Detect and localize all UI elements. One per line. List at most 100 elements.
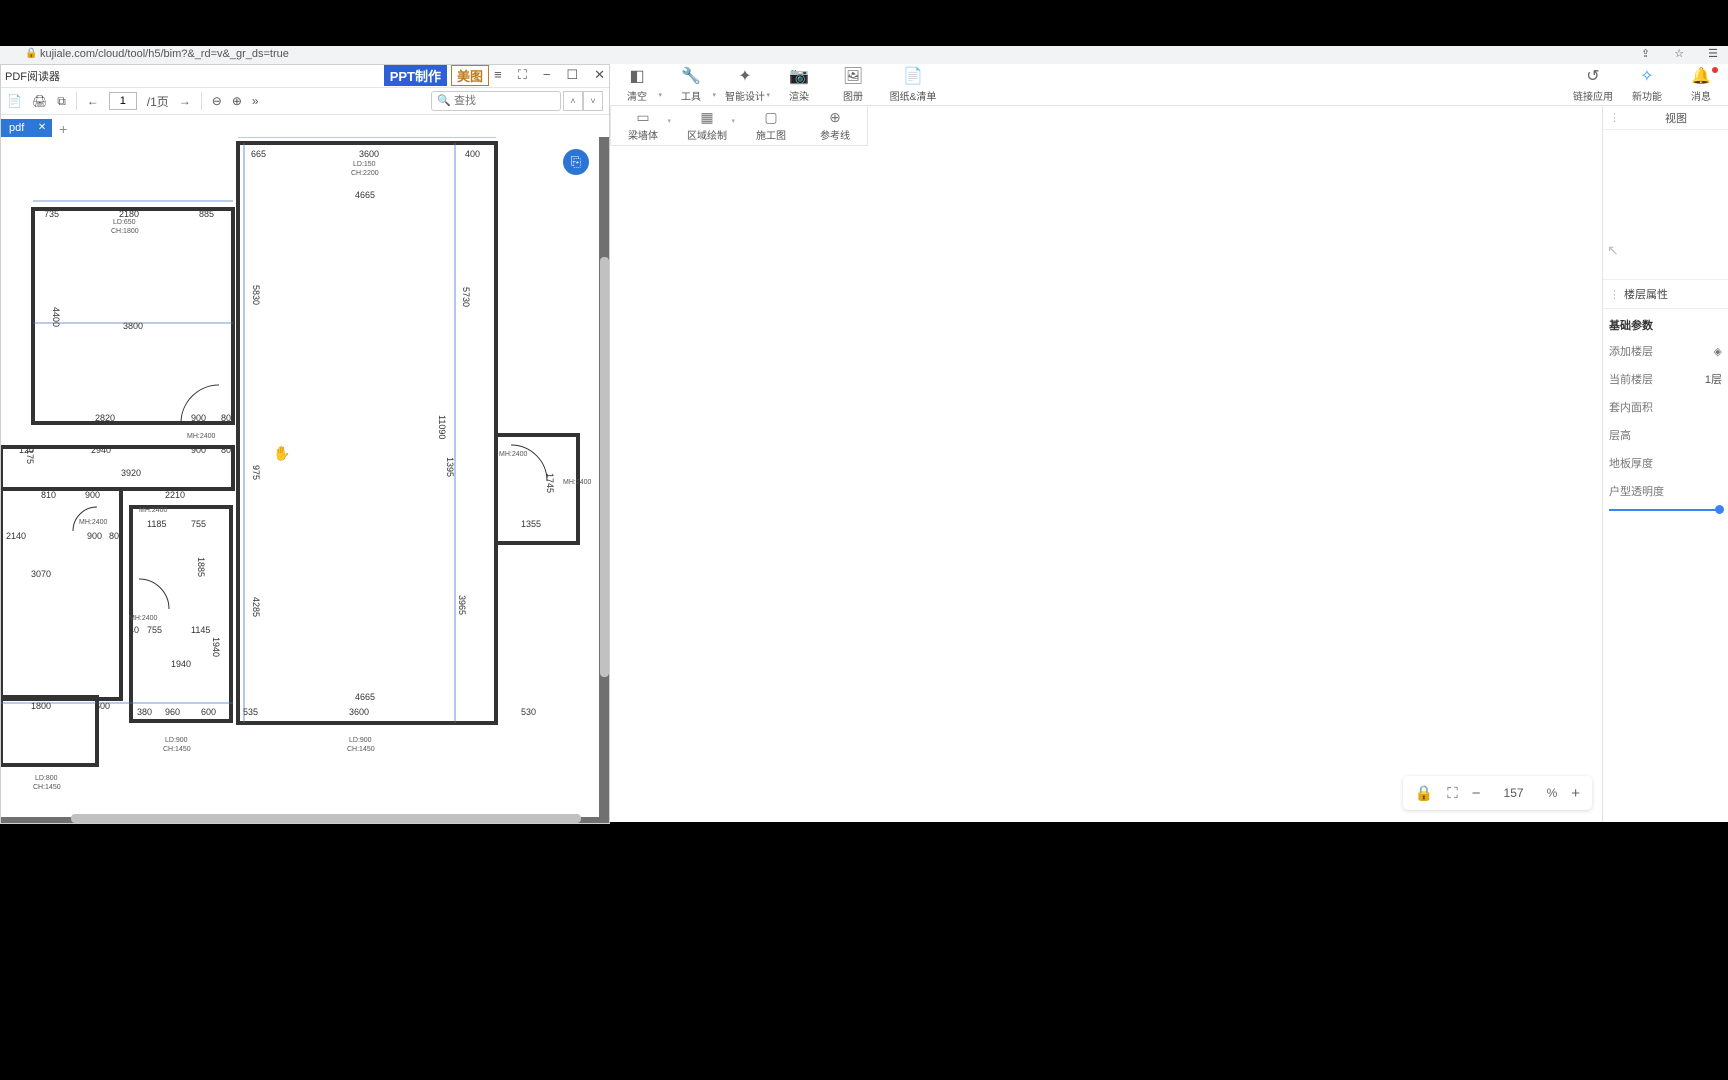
dim-label: 3965 — [457, 595, 467, 615]
dim-label: LD:150 — [353, 161, 376, 168]
mini-view[interactable]: ↖ — [1603, 130, 1728, 280]
drag-handle-icon[interactable]: ⋮ — [1609, 288, 1620, 301]
dim-label: 1355 — [521, 519, 541, 529]
tool-tools[interactable]: 🔧 工具 ▾ — [664, 65, 718, 105]
sparkle-icon: ✧ — [1640, 66, 1653, 86]
dim-label: 2820 — [95, 413, 115, 423]
tool-clear[interactable]: ◧ 清空 ▾ — [610, 65, 664, 105]
menu-icon[interactable]: ≡ — [494, 67, 502, 83]
dim-label: 1940 — [211, 637, 221, 657]
dim-label: 5730 — [461, 287, 471, 307]
zoom-out-button[interactable]: − — [1472, 785, 1481, 802]
search-icon: 🔍 — [437, 94, 451, 107]
share-icon[interactable]: ⇪ — [1641, 47, 1650, 60]
tool-new-feature[interactable]: ✧ 新功能 — [1620, 65, 1674, 105]
sub-reference[interactable]: ⊕ 参考线 — [803, 107, 867, 145]
dim-label: 755 — [147, 625, 162, 635]
design-canvas[interactable] — [610, 146, 1602, 822]
url-text: kujiale.com/cloud/tool/h5/bim?&_rd=v&_gr… — [40, 48, 289, 60]
zoom-bar: 🔒 ⛶ − % + — [1403, 776, 1592, 810]
row-add-floor[interactable]: 添加楼层 ◈ — [1603, 337, 1728, 365]
app-toolbar: ◧ 清空 ▾ 🔧 工具 ▾ ✦ 智能设计 ▾ 📷 渲染 🖼 图册 📄 图纸&清单 — [610, 64, 1728, 106]
dim-label: 900 — [191, 445, 206, 455]
wrench-icon: 🔧 — [681, 66, 701, 86]
tool-album[interactable]: 🖼 图册 — [826, 65, 880, 105]
dim-label: 400 — [465, 149, 480, 159]
dim-label: 885 — [199, 209, 214, 219]
sub-area-draw[interactable]: ▦ 区域绘制 ▾ — [675, 107, 739, 145]
dim-label: 1940 — [171, 659, 191, 669]
zoom-out-icon[interactable]: ⊖ — [212, 94, 222, 108]
dim-label: 900 — [85, 490, 100, 500]
next-page-button[interactable]: → — [179, 94, 191, 108]
app-subtoolbar: ▭ 梁墙体 ▾ ▦ 区域绘制 ▾ ▢ 施工图 ⊕ 参考线 — [610, 106, 868, 146]
dim-label: 80 — [109, 531, 119, 541]
dim-label: 80 — [221, 413, 231, 423]
zoom-in-button[interactable]: + — [1571, 785, 1580, 802]
tool-link-app[interactable]: ↺ 链接应用 — [1566, 65, 1620, 105]
dim-label: CH:1450 — [347, 746, 375, 753]
magic-icon: ✦ — [738, 66, 751, 86]
sub-wall[interactable]: ▭ 梁墙体 ▾ — [611, 107, 675, 145]
open-icon[interactable]: 📄 — [7, 94, 22, 108]
sub-construction[interactable]: ▢ 施工图 — [739, 107, 803, 145]
dim-label: MH:2400 — [563, 479, 591, 486]
pdf-tabstrip: pdf ✕ + — [1, 115, 609, 137]
dim-label: 1395 — [445, 457, 455, 477]
ppt-badge[interactable]: PPT制作 — [384, 65, 447, 86]
pdf-toolbar: 📄 🖨 ⧉ ← /1页 → ⊖ ⊕ » 🔍 ˄ ˅ — [1, 87, 609, 115]
minimize-icon[interactable]: − — [543, 67, 551, 83]
print-icon[interactable]: 🖨 — [32, 94, 47, 108]
pdf-app-title: PDF阅读器 — [5, 68, 60, 84]
pdf-titlebar: PDF阅读器 PPT制作 美图 ≡ ⛶ − ☐ ✕ — [1, 65, 609, 87]
dim-label: MH:2400 — [187, 433, 215, 440]
row-slab-thickness[interactable]: 地板厚度 — [1603, 449, 1728, 477]
pdf-tab-active[interactable]: pdf ✕ — [1, 119, 52, 137]
close-icon[interactable]: ✕ — [594, 67, 605, 83]
star-icon[interactable]: ☆ — [1674, 47, 1684, 60]
row-current-floor[interactable]: 当前楼层 1层 — [1603, 365, 1728, 393]
meitu-badge[interactable]: 美图 — [451, 65, 489, 86]
dim-label: 755 — [191, 519, 206, 529]
pdf-viewport[interactable]: 665 3600 400 LD:150 CH:2200 4665 735 218… — [1, 137, 609, 823]
tool-drawings[interactable]: 📄 图纸&清单 — [880, 65, 946, 105]
dim-label: 4285 — [251, 597, 261, 617]
dim-label: 600 — [95, 701, 110, 711]
maximize-icon[interactable]: ☐ — [566, 67, 578, 83]
pdf-scrollbar-horizontal[interactable] — [71, 814, 581, 823]
zoom-input[interactable] — [1495, 786, 1533, 800]
tool-render[interactable]: 📷 渲染 — [772, 65, 826, 105]
tab-close-icon[interactable]: ✕ — [38, 122, 46, 133]
dim-label: LD:900 — [349, 737, 372, 744]
page-input[interactable] — [109, 92, 137, 110]
section-floor-props: ⋮ 楼层属性 — [1603, 280, 1728, 309]
fit-icon[interactable]: ⛶ — [1447, 785, 1458, 802]
tool-ai-design[interactable]: ✦ 智能设计 ▾ — [718, 65, 772, 105]
search-next-button[interactable]: ˅ — [583, 91, 603, 111]
dim-label: 810 — [41, 490, 56, 500]
dim-label: 665 — [251, 149, 266, 159]
pdf-scrollbar-vertical[interactable] — [600, 257, 609, 677]
right-panel: ⋮ 视图 ↖ ⋮ 楼层属性 基础参数 添加楼层 ◈ 当前楼层 1层 套内面积 层… — [1602, 106, 1728, 822]
reading-list-icon[interactable]: ☰ — [1708, 47, 1718, 60]
dim-label: MH:2400 — [129, 615, 157, 622]
lock-toggle-icon[interactable]: 🔒 — [1415, 784, 1434, 802]
copy-icon[interactable]: ⧉ — [57, 94, 66, 109]
eraser-icon: ◧ — [629, 66, 644, 86]
drag-handle-icon[interactable]: ⋮ — [1609, 111, 1620, 124]
floating-import-button[interactable]: ⎘ — [563, 149, 589, 175]
lock-icon: 🔒 — [25, 48, 37, 59]
new-tab-button[interactable]: + — [52, 121, 74, 137]
opacity-slider[interactable] — [1603, 505, 1728, 521]
page-total: /1页 — [147, 93, 169, 110]
dim-label: 5830 — [251, 285, 261, 305]
more-tools-icon[interactable]: » — [252, 94, 259, 108]
fullscreen-icon[interactable]: ⛶ — [518, 67, 527, 83]
dim-label: 2180 — [119, 209, 139, 219]
prev-page-button[interactable]: ← — [87, 94, 99, 108]
search-prev-button[interactable]: ˄ — [563, 91, 583, 111]
axis-icon: ↖ — [1607, 242, 1619, 259]
row-floor-height[interactable]: 层高 — [1603, 421, 1728, 449]
zoom-in-icon[interactable]: ⊕ — [232, 94, 242, 108]
tool-messages[interactable]: 🔔 消息 — [1674, 65, 1728, 105]
